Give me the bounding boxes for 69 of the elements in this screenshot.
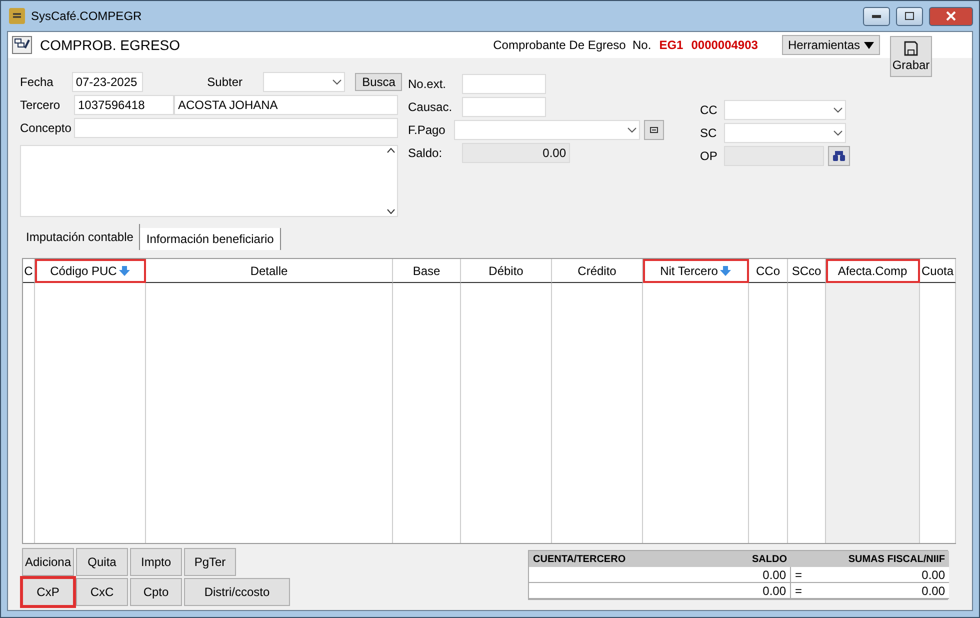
table-cell: 0.00: [817, 567, 949, 583]
table-cell: 0.00: [817, 583, 949, 599]
save-button[interactable]: Grabar: [890, 36, 932, 77]
maximize-button[interactable]: [896, 6, 923, 26]
maximize-icon: [905, 12, 914, 20]
tab[interactable]: Información beneficiario: [140, 228, 281, 250]
table-cell: 0.00: [529, 567, 791, 583]
action-button[interactable]: CxC: [76, 578, 128, 606]
binoculars-icon: [832, 150, 846, 162]
close-button[interactable]: [929, 6, 973, 26]
field-label: OP: [700, 149, 718, 163]
minimize-button[interactable]: [863, 6, 890, 26]
cost-center-dropdown[interactable]: [724, 100, 846, 120]
minimize-icon: [872, 14, 881, 18]
external-number-field[interactable]: [462, 74, 546, 94]
caret-icon: [864, 42, 874, 48]
subter-dropdown[interactable]: [262, 72, 346, 92]
action-button[interactable]: PgTer: [184, 548, 236, 576]
binoculars-button[interactable]: [828, 146, 850, 166]
action-button[interactable]: CxP: [22, 578, 74, 606]
column-header: SALDO: [679, 551, 791, 567]
column-header: CUENTA/TERCERO: [529, 551, 679, 567]
field-label: F.Pago: [408, 123, 446, 137]
field-label: CC: [700, 103, 718, 117]
app-icon: [9, 8, 25, 24]
dropdown-icon: [833, 107, 843, 113]
causation-field[interactable]: [462, 97, 546, 117]
action-button[interactable]: Adiciona: [22, 548, 74, 576]
action-button[interactable]: Quita: [76, 548, 128, 576]
form-title: COMPROB. EGRESO: [40, 37, 182, 53]
dropdown-icon: [332, 79, 342, 85]
field-label: Tercero: [20, 98, 62, 112]
scroll-up-icon: [387, 148, 395, 153]
table-cell: =: [791, 567, 817, 583]
column-header[interactable]: Nit Tercero: [643, 259, 749, 283]
window-title: SysCafé.COMPEGR: [31, 9, 143, 23]
close-icon: [946, 11, 956, 21]
third-party-name-field[interactable]: ACOSTA JOHANA: [174, 95, 398, 115]
document-prefix: EG1: [659, 38, 684, 52]
action-button[interactable]: Cpto: [130, 578, 182, 606]
document-label: Comprobante De Egreso No.: [493, 38, 652, 52]
field-label: No.ext.: [408, 77, 448, 91]
document-number: 0000004903: [691, 38, 758, 52]
field-label: SC: [700, 126, 718, 140]
field-label: Fecha: [20, 75, 54, 89]
column-header[interactable]: Código PUC: [35, 259, 146, 283]
insert-button[interactable]: [644, 120, 664, 140]
third-party-id-field[interactable]: 1037596418: [74, 95, 174, 115]
field-label: Subter: [207, 75, 244, 89]
balance-field: 0.00: [462, 143, 570, 163]
column-header[interactable]: Afecta.Comp: [826, 259, 920, 283]
notes-area[interactable]: [20, 145, 398, 217]
dropdown-icon: [833, 130, 843, 136]
table-cell: 0.00: [529, 583, 791, 599]
dropdown-icon: [627, 127, 637, 133]
scroll-down-icon: [387, 209, 395, 214]
date-field[interactable]: 07-23-2025: [72, 72, 144, 92]
action-button[interactable]: Distri/ccosto: [184, 578, 290, 606]
edit-document-icon: [12, 36, 32, 54]
tools-menu-button[interactable]: Herramientas: [782, 35, 880, 55]
field-label: Causac.: [408, 100, 454, 114]
column-header: SUMAS FISCAL/NIIF: [791, 551, 949, 567]
search-button[interactable]: Busca: [355, 73, 402, 91]
concept-field[interactable]: [74, 118, 398, 138]
small-square-icon: [650, 127, 658, 133]
action-button[interactable]: Impto: [130, 548, 182, 576]
field-label: Saldo:: [408, 146, 444, 160]
field-label: Concepto: [20, 121, 72, 135]
table-cell: =: [791, 583, 817, 599]
